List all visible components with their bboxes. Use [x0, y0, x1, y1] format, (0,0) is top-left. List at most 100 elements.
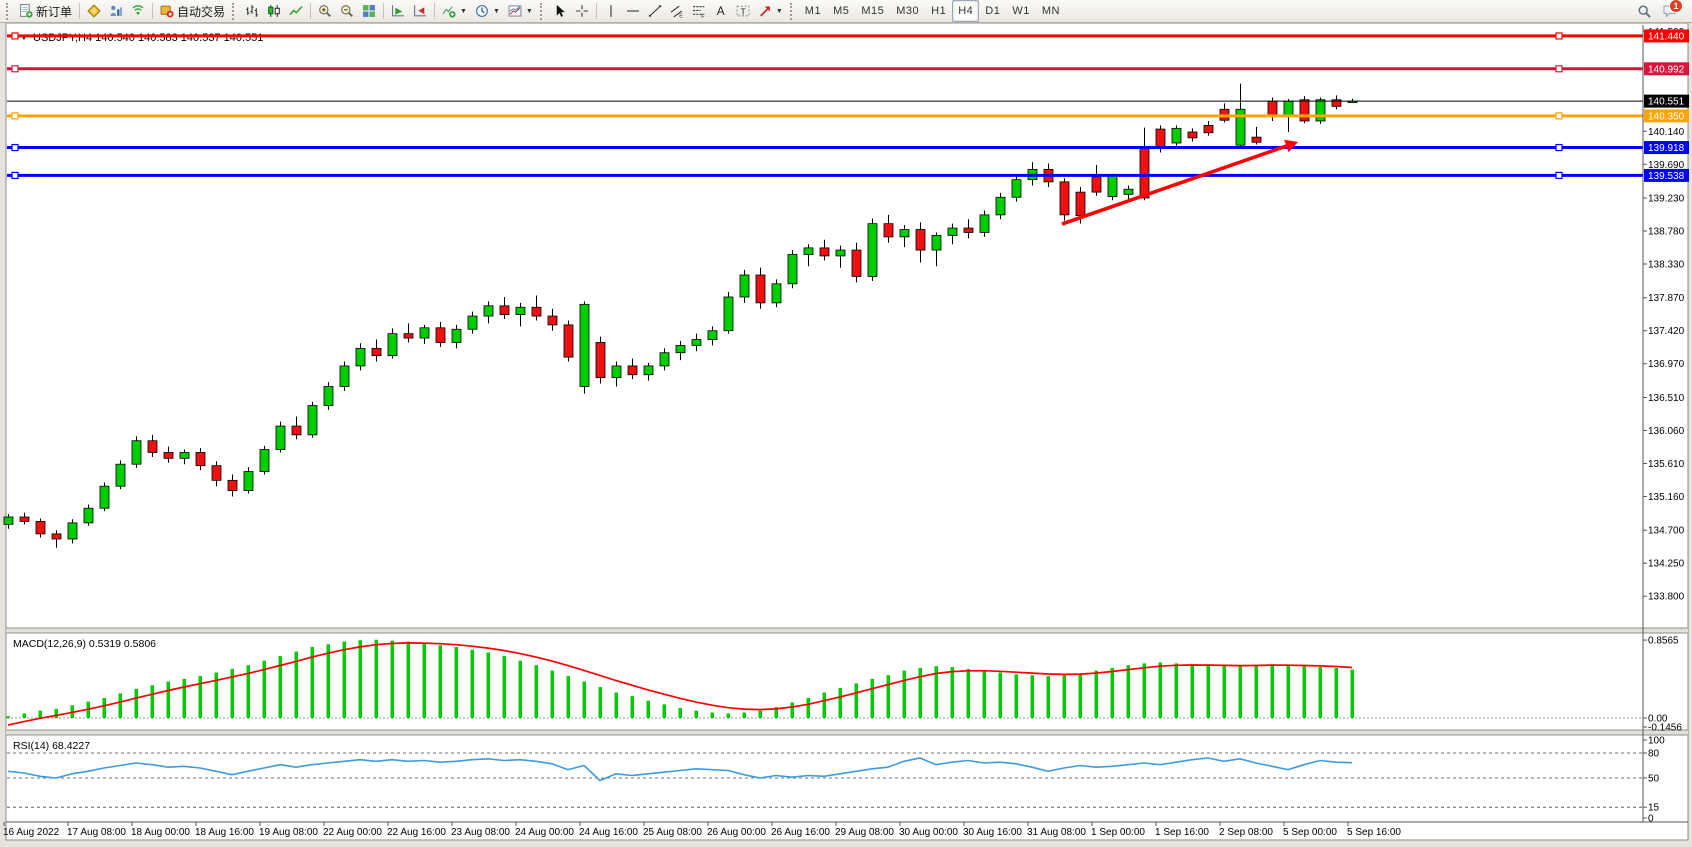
bar-chart-button[interactable]	[241, 0, 263, 22]
symbol-marker-icon: ▼	[20, 33, 28, 42]
periods-button[interactable]: ▼	[471, 0, 504, 22]
date-label: 18 Aug 16:00	[195, 827, 254, 838]
chart-area[interactable]: ▼ USDJPY,H4 140.540 140.583 140.537 140.…	[0, 0, 1692, 847]
autotrading-button[interactable]: 自动交易	[156, 0, 229, 22]
vline-icon	[604, 4, 618, 18]
date-label: 22 Aug 00:00	[323, 827, 382, 838]
line-handle[interactable]	[12, 113, 18, 119]
toolbar-separator	[434, 3, 435, 19]
line-handle[interactable]	[1556, 33, 1562, 39]
timeframe-button-tf-mn[interactable]: MN	[1036, 0, 1066, 22]
svg-text:F: F	[701, 14, 705, 18]
price-badge-text: 140.551	[1648, 97, 1685, 108]
trendline-button[interactable]	[644, 0, 666, 22]
zoom-out-button[interactable]	[336, 0, 358, 22]
chevron-down-icon[interactable]: ▼	[493, 8, 500, 15]
price-badge-text: 139.918	[1648, 143, 1685, 154]
price-badge-text: 140.992	[1648, 64, 1685, 75]
line-chart-button[interactable]	[285, 0, 307, 22]
toolbar: 新订单 自动交易 ▼ ▼ ▼ E F AT ▼ M1 M5 M15 M30 H1H4 D1 W1 MN 1	[0, 0, 1692, 23]
price-tick-label: 135.160	[1648, 492, 1685, 503]
date-label: 5 Sep 16:00	[1347, 827, 1401, 838]
toolbar-grip[interactable]	[6, 3, 11, 20]
chevron-down-icon[interactable]: ▼	[776, 8, 783, 15]
toolbar-grip[interactable]	[540, 3, 545, 20]
timeframe-button-tf-m5[interactable]: M5	[827, 0, 855, 22]
text-button[interactable]: A	[710, 0, 732, 22]
timeframe-button-tf-h1[interactable]: H1	[925, 0, 952, 22]
vertical-line-button[interactable]	[600, 0, 622, 22]
price-tick-label: 133.800	[1648, 592, 1685, 603]
toolbar-grip[interactable]	[790, 3, 795, 20]
date-label: 5 Sep 00:00	[1283, 827, 1337, 838]
date-label: 30 Aug 00:00	[899, 827, 958, 838]
pane-divider[interactable]	[6, 730, 1688, 735]
date-label: 16 Aug 2022	[3, 827, 60, 838]
metaeditor-button[interactable]	[83, 0, 105, 22]
indicators-icon	[442, 4, 456, 18]
pane-divider[interactable]	[6, 628, 1688, 633]
timeframe-button-tf-w1[interactable]: W1	[1006, 0, 1036, 22]
tf-w1-label: W1	[1012, 5, 1030, 17]
chart-window[interactable]	[6, 23, 1688, 840]
price-tick-label: 136.510	[1648, 393, 1685, 404]
chart-shift-button[interactable]	[409, 0, 431, 22]
cursor-button[interactable]	[549, 0, 571, 22]
tf-m30-label: M30	[896, 5, 919, 17]
line-handle[interactable]	[12, 172, 18, 178]
chevron-down-icon[interactable]: ▼	[526, 8, 533, 15]
candlestick-chart-button[interactable]	[263, 0, 285, 22]
channel-icon: E	[670, 4, 684, 18]
timeframe-button-tf-m1[interactable]: M1	[799, 0, 827, 22]
timeframe-button-tf-m30[interactable]: M30	[890, 0, 925, 22]
new-order-button[interactable]: 新订单	[15, 0, 76, 22]
price-badge-text: 140.350	[1648, 111, 1685, 122]
rsi-tick-label: 50	[1648, 774, 1660, 785]
rsi-tick-label: 0	[1648, 814, 1654, 825]
chart-shift-icon	[413, 4, 427, 18]
toolbar-separator	[596, 3, 597, 19]
date-label: 25 Aug 08:00	[643, 827, 702, 838]
auto-scroll-button[interactable]	[387, 0, 409, 22]
tf-m5-label: M5	[833, 5, 849, 17]
price-tick-label: 137.870	[1648, 293, 1685, 304]
line-handle[interactable]	[1556, 172, 1562, 178]
price-tick-label: 137.420	[1648, 326, 1685, 337]
line-handle[interactable]	[12, 33, 18, 39]
timeframe-button-tf-d1[interactable]: D1	[979, 0, 1006, 22]
autotrading-icon	[160, 4, 174, 18]
horizontal-line-button[interactable]	[622, 0, 644, 22]
line-handle[interactable]	[1556, 145, 1562, 151]
chevron-down-icon[interactable]: ▼	[460, 8, 467, 15]
candles-icon	[267, 4, 281, 18]
tf-mn-label: MN	[1042, 5, 1060, 17]
text-icon: A	[714, 4, 728, 18]
line-handle[interactable]	[12, 66, 18, 72]
search-button[interactable]	[1637, 4, 1652, 19]
templates-button[interactable]: ▼	[504, 0, 537, 22]
notifications-button[interactable]: 1	[1662, 4, 1677, 18]
chart-background	[6, 23, 1688, 840]
text-label-button[interactable]: T	[732, 0, 754, 22]
date-label: 23 Aug 08:00	[451, 827, 510, 838]
fibonacci-button[interactable]: F	[688, 0, 710, 22]
line-handle[interactable]	[12, 145, 18, 151]
price-tick-label: 136.060	[1648, 426, 1685, 437]
toolbar-separator	[152, 3, 153, 19]
timeframe-button-tf-m15[interactable]: M15	[855, 0, 890, 22]
signals-button[interactable]	[127, 0, 149, 22]
market-button[interactable]	[105, 0, 127, 22]
tile-windows-button[interactable]	[358, 0, 380, 22]
line-handle[interactable]	[1556, 66, 1562, 72]
line-handle[interactable]	[1556, 113, 1562, 119]
tf-d1-label: D1	[985, 5, 1000, 17]
indicators-button[interactable]: ▼	[438, 0, 471, 22]
equidistant-channel-button[interactable]: E	[666, 0, 688, 22]
arrows-button[interactable]: ▼	[754, 0, 787, 22]
rsi-tick-label: 100	[1648, 736, 1665, 747]
timeframe-button-tf-h4[interactable]: H4	[952, 0, 979, 22]
crosshair-button[interactable]	[571, 0, 593, 22]
zoom-in-button[interactable]	[314, 0, 336, 22]
toolbar-right: 1	[1637, 4, 1677, 19]
toolbar-grip[interactable]	[232, 3, 237, 20]
